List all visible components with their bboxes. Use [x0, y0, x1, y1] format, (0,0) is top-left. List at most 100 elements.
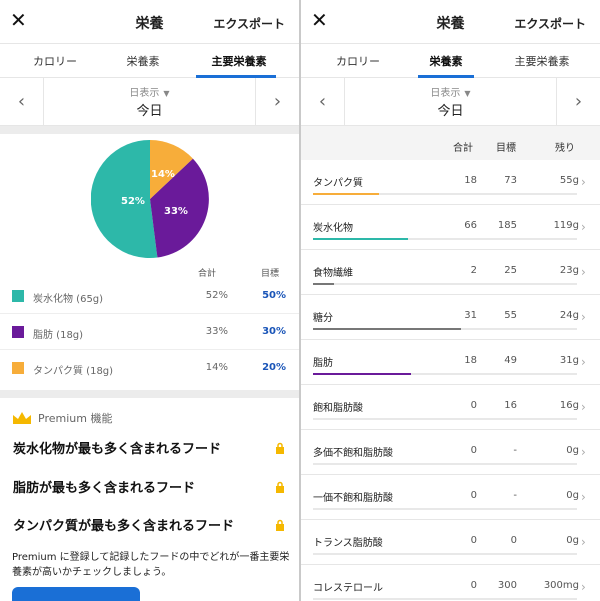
nutrient-progress-track	[313, 328, 577, 330]
nutrient-remaining: 55g	[559, 175, 579, 186]
nutrient-total: 18	[464, 355, 477, 366]
nutrient-remaining: 0g	[566, 445, 579, 456]
nutrient-progress-fill	[313, 193, 379, 195]
nutrient-progress-track	[313, 193, 577, 195]
nutrient-remaining: 24g	[559, 310, 579, 321]
nutrient-row[interactable]: 多価不飽和脂肪酸 0 - 0g ›	[301, 430, 600, 475]
nutrient-total: 0	[470, 490, 477, 501]
macro-goal: 50%	[262, 290, 286, 301]
nutrient-progress-track	[313, 553, 577, 555]
nutrient-row[interactable]: 飽和脂肪酸 0 16 16g ›	[301, 385, 600, 430]
chevron-right-icon: ›	[581, 355, 586, 369]
nutrient-total: 2	[470, 265, 477, 276]
nutrient-row[interactable]: 糖分 31 55 24g ›	[301, 295, 600, 340]
nutrient-total: 66	[464, 220, 477, 231]
tab-nutrients[interactable]: 栄養素	[411, 53, 481, 69]
nutrient-total: 31	[464, 310, 477, 321]
pie-label-carbs: 52%	[121, 196, 145, 207]
nutrient-progress-fill	[313, 238, 409, 240]
premium-feature-fat[interactable]: 脂肪が最も多く含まれるフード	[13, 477, 195, 496]
macro-row-protein: タンパク質 (18g) 14% 20%	[0, 350, 299, 386]
top-bar: ✕ 栄養 エクスポート	[301, 0, 600, 44]
macro-pie-chart: 52% 33% 14%	[90, 139, 209, 258]
nutrient-row[interactable]: コレステロール 0 300 300mg ›	[301, 565, 600, 601]
crown-icon	[13, 412, 31, 424]
nutrient-row[interactable]: 炭水化物 66 185 119g ›	[301, 205, 600, 250]
nutrient-row[interactable]: 一価不飽和脂肪酸 0 - 0g ›	[301, 475, 600, 520]
view-mode-label: 日表示	[129, 88, 160, 99]
nutrient-name: 脂肪	[313, 358, 333, 369]
nutrient-progress-track	[313, 598, 577, 600]
nutrient-remaining: 31g	[559, 355, 579, 366]
nutrient-name: 多価不飽和脂肪酸	[313, 448, 393, 459]
premium-feature-carbs[interactable]: 炭水化物が最も多く含まれるフード	[13, 438, 221, 457]
macro-goal: 20%	[262, 362, 286, 373]
premium-feature-protein[interactable]: タンパク質が最も多く含まれるフード	[13, 515, 234, 534]
nutrient-goal: 300	[497, 580, 517, 591]
nutrient-name: タンパク質	[313, 178, 363, 189]
header-remaining: 残り	[555, 143, 575, 154]
tab-calories[interactable]: カロリー	[323, 53, 393, 69]
pie-label-fat: 33%	[164, 206, 188, 217]
macro-name: 炭水化物 (65g)	[33, 294, 104, 305]
nutrient-goal: 16	[504, 400, 517, 411]
macro-percent: 52%	[205, 290, 228, 301]
chevron-right-icon: ›	[581, 535, 586, 549]
header-goal: 目標	[496, 143, 516, 154]
nutrient-remaining: 23g	[559, 265, 579, 276]
macro-row-fat: 脂肪 (18g) 33% 30%	[0, 314, 299, 350]
export-button[interactable]: エクスポート	[514, 15, 586, 32]
tab-macronutrients[interactable]: 主要栄養素	[497, 53, 587, 69]
chevron-right-icon: ›	[574, 91, 583, 112]
caret-down-icon: ▼	[163, 89, 170, 98]
tab-bar: カロリー 栄養素 主要栄養素	[0, 44, 299, 78]
header-total: 合計	[453, 143, 473, 154]
premium-cta-button[interactable]	[12, 587, 140, 601]
next-day-button[interactable]: ›	[556, 78, 600, 125]
chevron-right-icon: ›	[581, 400, 586, 414]
nutrient-name: 飽和脂肪酸	[313, 403, 363, 414]
next-day-button[interactable]: ›	[255, 78, 299, 125]
lock-icon	[276, 481, 284, 493]
macro-percent: 33%	[205, 326, 228, 337]
nutrient-row[interactable]: 脂肪 18 49 31g ›	[301, 340, 600, 385]
premium-label: Premium 機能	[38, 412, 113, 425]
export-button[interactable]: エクスポート	[213, 15, 285, 32]
nutrient-progress-track	[313, 508, 577, 510]
macro-goal: 30%	[262, 326, 286, 337]
color-swatch	[12, 362, 24, 374]
caret-down-icon: ▼	[464, 89, 471, 98]
nutrient-row[interactable]: トランス脂肪酸 0 0 0g ›	[301, 520, 600, 565]
top-bar: ✕ 栄養 エクスポート	[0, 0, 299, 44]
tab-nutrients[interactable]: 栄養素	[108, 53, 178, 69]
nutrient-progress-track	[313, 283, 577, 285]
nutrient-row[interactable]: タンパク質 18 73 55g ›	[301, 160, 600, 205]
nutrient-total: 0	[470, 535, 477, 546]
color-swatch	[12, 326, 24, 338]
premium-header: Premium 機能	[12, 410, 112, 426]
nutrient-progress-fill	[313, 328, 461, 330]
nutrient-remaining: 0g	[566, 535, 579, 546]
macro-row-carbs: 炭水化物 (65g) 52% 50%	[0, 278, 299, 314]
tab-calories[interactable]: カロリー	[20, 53, 90, 69]
nutrient-name: トランス脂肪酸	[313, 538, 383, 549]
nutrient-progress-fill	[313, 283, 335, 285]
nutrient-table-header: 合計 目標 残り	[301, 126, 600, 160]
nutrient-goal: -	[513, 445, 517, 456]
chevron-right-icon: ›	[273, 91, 282, 112]
macro-name: タンパク質 (18g)	[33, 366, 114, 377]
chevron-right-icon: ›	[581, 220, 586, 234]
nutrient-progress-track	[313, 373, 577, 375]
macro-percent: 14%	[205, 362, 228, 373]
pie-label-protein: 14%	[151, 169, 175, 180]
nutrient-goal: 73	[504, 175, 517, 186]
nutrient-goal: 0	[510, 535, 517, 546]
nutrient-row[interactable]: 食物繊維 2 25 23g ›	[301, 250, 600, 295]
chevron-right-icon: ›	[581, 310, 586, 324]
chevron-right-icon: ›	[581, 265, 586, 279]
chevron-right-icon: ›	[581, 175, 586, 189]
tab-macronutrients[interactable]: 主要栄養素	[196, 53, 282, 69]
nutrient-progress-track	[313, 238, 577, 240]
nutrient-remaining: 16g	[559, 400, 579, 411]
nutrient-progress-track	[313, 418, 577, 420]
